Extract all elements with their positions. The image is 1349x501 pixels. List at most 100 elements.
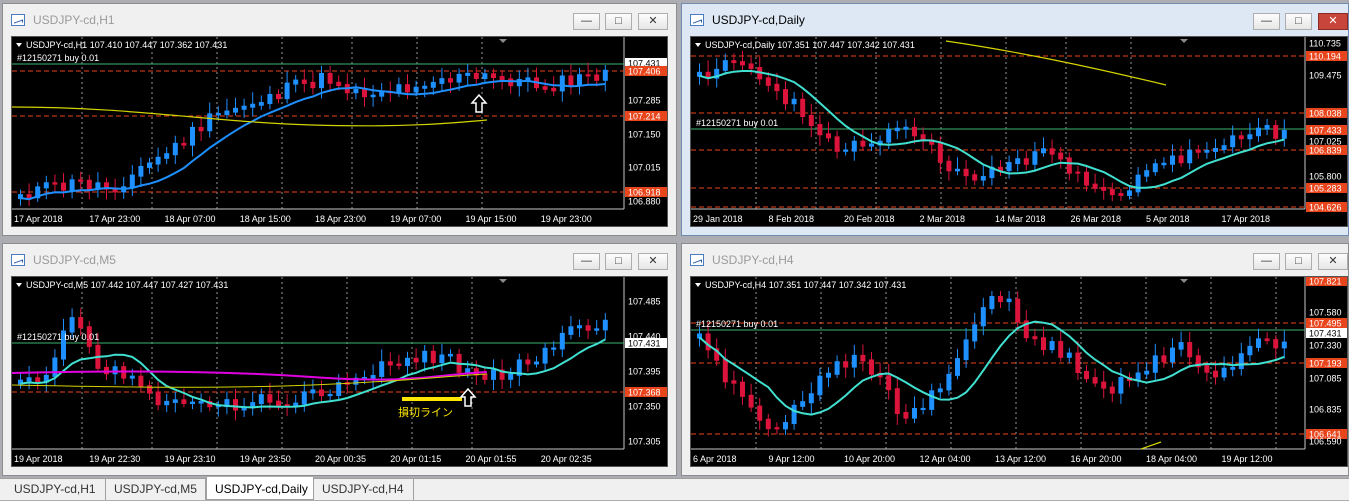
candle-body — [86, 179, 92, 190]
candle-body — [1247, 134, 1253, 140]
minimize-button[interactable]: — — [573, 13, 600, 30]
candle-body — [542, 86, 548, 90]
candle-body — [851, 354, 857, 368]
candle-body — [52, 182, 58, 185]
tab-usdjpy-daily[interactable]: USDJPY-cd,Daily — [206, 477, 314, 500]
price-label: 106.835 — [1309, 405, 1342, 415]
candle-body — [705, 333, 711, 351]
candle-body — [413, 86, 419, 93]
close-button[interactable]: ✕ — [1318, 13, 1348, 30]
candle-body — [1084, 171, 1089, 186]
tab-usdjpy-m5[interactable]: USDJPY-cd,M5 — [106, 479, 206, 500]
candle-body — [542, 347, 548, 364]
chart-window-m5[interactable]: USDJPY-cd,M5 — □ ✕ 損切ライン USDJPY-cd,M5 107… — [2, 243, 677, 476]
candle-body — [508, 373, 514, 380]
candle-body — [834, 136, 840, 152]
price-chart[interactable]: USDJPY-cd,H1 107.410 107.447 107.362 107… — [11, 36, 668, 227]
minimize-button[interactable]: — — [573, 253, 600, 270]
minimize-button[interactable]: — — [1253, 253, 1280, 270]
maximize-button[interactable]: □ — [1285, 13, 1312, 30]
candle-body — [52, 357, 58, 377]
candle-body — [405, 84, 410, 93]
price-chart[interactable]: USDJPY-cd,Daily 107.351 107.447 107.342 … — [690, 36, 1348, 227]
candle-body — [972, 324, 978, 342]
moving-average-slow — [945, 40, 1167, 86]
candle-body — [963, 168, 969, 177]
candle-body — [1075, 352, 1081, 373]
time-label: 19 Apr 15:00 — [466, 214, 517, 224]
chart-window-h4[interactable]: USDJPY-cd,H4 — □ ✕ USDJPY-cd,H4 107.351 … — [681, 243, 1349, 476]
candle-body — [379, 361, 385, 377]
candle-body — [1109, 386, 1115, 394]
candle-body — [886, 129, 892, 143]
candle-body — [1092, 183, 1098, 189]
chart-icon — [11, 14, 25, 26]
candle-body — [327, 72, 333, 84]
candle-body — [843, 361, 849, 368]
chart-window-h1[interactable]: USDJPY-cd,H1 — □ ✕ USDJPY-cd,H1 107.410 … — [2, 3, 677, 236]
candle-body — [920, 407, 926, 410]
candle-body — [937, 142, 943, 163]
chart-header: USDJPY-cd,M5 107.442 107.447 107.427 107… — [26, 280, 228, 290]
price-label: 106.590 — [1309, 437, 1342, 447]
close-button[interactable]: ✕ — [638, 13, 668, 30]
candle-body — [1032, 151, 1038, 165]
candle-body — [396, 363, 402, 366]
window-titlebar[interactable]: USDJPY-cd,M5 — □ ✕ — [3, 244, 676, 276]
maximize-button[interactable]: □ — [1285, 253, 1312, 270]
close-button[interactable]: ✕ — [638, 253, 668, 270]
candle-body — [147, 162, 152, 168]
candle-body — [293, 79, 299, 85]
price-chart[interactable]: USDJPY-cd,H4 107.351 107.447 107.342 107… — [690, 276, 1348, 467]
price-label: 107.580 — [1309, 308, 1342, 318]
candle-body — [817, 124, 823, 136]
chart-window-daily[interactable]: USDJPY-cd,Daily — □ ✕ USDJPY-cd,Daily 10… — [681, 3, 1349, 236]
candle-body — [310, 389, 316, 394]
window-titlebar[interactable]: USDJPY-cd,H4 — □ ✕ — [682, 244, 1348, 276]
candle-body — [439, 78, 445, 84]
candle-body — [740, 381, 745, 397]
candle-body — [258, 394, 264, 405]
candle-body — [1247, 345, 1253, 356]
candle-body — [1170, 155, 1175, 165]
maximize-button[interactable]: □ — [605, 13, 632, 30]
order-label: #12150271 buy 0.01 — [696, 319, 778, 329]
candle-body — [1187, 342, 1193, 358]
candle-body — [267, 93, 273, 105]
window-titlebar[interactable]: USDJPY-cd,H1 — □ ✕ — [3, 4, 676, 36]
candle-body — [1101, 381, 1107, 389]
candle-body — [1230, 135, 1236, 148]
tab-usdjpy-h4[interactable]: USDJPY-cd,H4 — [314, 479, 414, 500]
chart-canvas: USDJPY-cd,H1 107.410 107.447 107.362 107… — [12, 37, 667, 224]
candle-body — [1041, 337, 1046, 351]
window-titlebar[interactable]: USDJPY-cd,Daily — □ ✕ — [682, 4, 1348, 36]
maximize-button[interactable]: □ — [605, 253, 632, 270]
price-label: 107.350 — [628, 402, 661, 412]
candle-body — [1238, 353, 1244, 370]
price-label: 110.194 — [1309, 52, 1341, 62]
price-label: 107.285 — [628, 96, 661, 106]
time-label: 19 Apr 23:00 — [541, 214, 592, 224]
candle-body — [181, 142, 187, 146]
candle-body — [233, 399, 238, 411]
candle-body — [594, 328, 600, 331]
candle-body — [499, 76, 505, 81]
dropdown-icon — [16, 283, 22, 287]
close-button[interactable]: ✕ — [1318, 253, 1348, 270]
candle-body — [568, 326, 574, 335]
time-label: 8 Feb 2018 — [769, 214, 815, 224]
candle-body — [1127, 190, 1132, 196]
candle-body — [791, 404, 797, 425]
price-label: 107.305 — [628, 437, 661, 447]
candle-body — [78, 317, 84, 329]
time-label: 18 Apr 23:00 — [315, 214, 366, 224]
candle-body — [78, 179, 84, 182]
candle-body — [559, 75, 565, 92]
candle-body — [1144, 170, 1150, 177]
price-chart[interactable]: 損切ライン USDJPY-cd,M5 107.442 107.447 107.42… — [11, 276, 668, 467]
candle-body — [1032, 336, 1038, 340]
price-label: 110.735 — [1309, 39, 1341, 49]
minimize-button[interactable]: — — [1253, 13, 1280, 30]
tab-usdjpy-h1[interactable]: USDJPY-cd,H1 — [6, 479, 106, 500]
candle-body — [1204, 149, 1210, 153]
